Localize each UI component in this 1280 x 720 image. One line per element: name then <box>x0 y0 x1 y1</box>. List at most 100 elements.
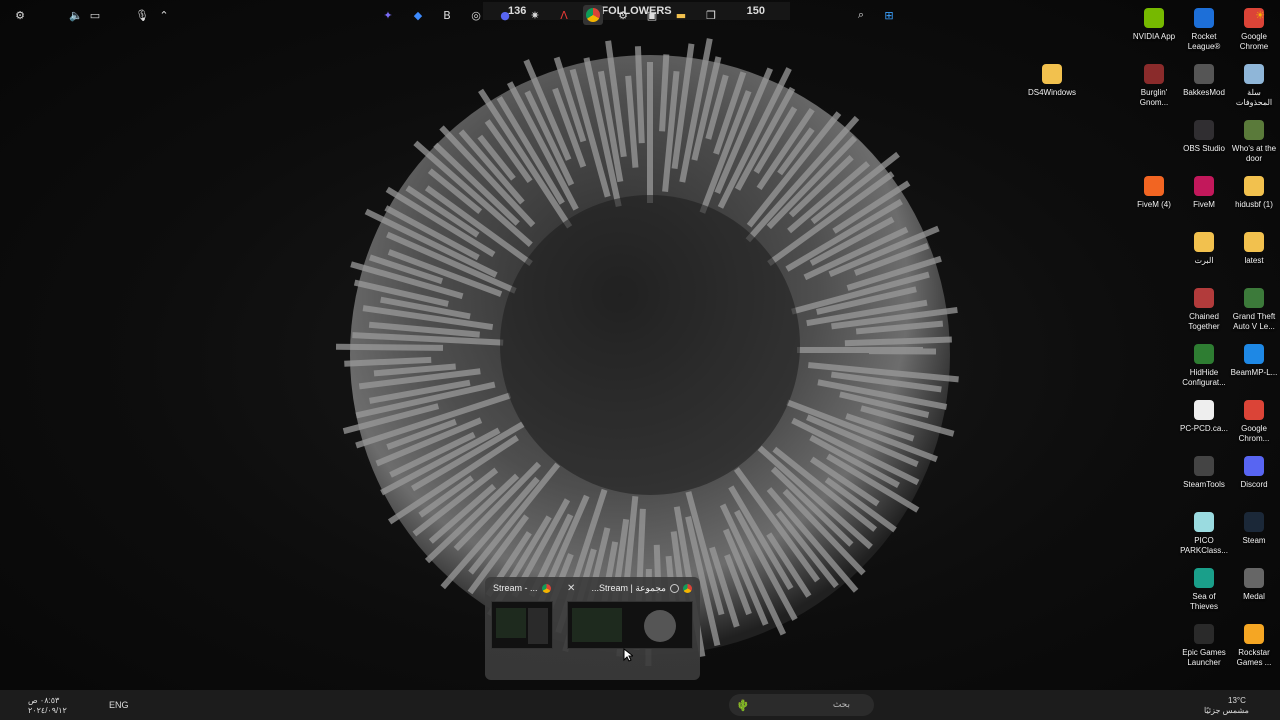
weather-description[interactable]: مشمس جزئيًا <box>1204 706 1249 715</box>
desktop-icon[interactable]: Chained Together <box>1178 288 1230 332</box>
chrome-taskbar-icon[interactable] <box>583 5 603 25</box>
desktop-icon[interactable]: Epic Games Launcher <box>1178 624 1230 668</box>
desktop-icon[interactable]: DS4Windows <box>1026 64 1078 98</box>
recycle-bin-icon <box>1244 64 1264 84</box>
window-preview-stream-1[interactable]: Stream - ... <box>487 577 559 680</box>
search-placeholder: بحث <box>832 700 850 710</box>
desktop-icon[interactable]: NVIDIA App <box>1128 8 1180 42</box>
steamtools-icon[interactable]: ✷ <box>525 5 545 25</box>
weather-sun-icon[interactable]: ☀ <box>1250 5 1270 25</box>
desktop-icon[interactable]: FiveM (4) <box>1128 176 1180 210</box>
task-view-icon[interactable]: ❐ <box>701 5 721 25</box>
rockstar-icon <box>1244 624 1264 644</box>
window-thumbnail[interactable] <box>567 601 693 649</box>
desktop-icon[interactable]: BeamMP-L... <box>1228 344 1280 378</box>
window-thumbnail[interactable] <box>491 601 553 649</box>
desktop-icon[interactable]: Sea of Thieves <box>1178 568 1230 612</box>
hidhide-icon <box>1194 344 1214 364</box>
desktop-icon[interactable]: Medal <box>1228 568 1280 602</box>
window-preview-title: Stream - ... <box>493 583 538 593</box>
desktop-icon[interactable]: OBS Studio <box>1178 120 1230 154</box>
bakkesmod-icon[interactable]: B <box>437 5 457 25</box>
fivem-icon <box>1144 176 1164 196</box>
window-preview-title: ...Stream | مجموعة <box>591 582 666 593</box>
network-icon[interactable]: ▭ <box>85 5 105 25</box>
desktop-icon[interactable]: سلة المحذوفات <box>1228 64 1280 108</box>
desktop-icon[interactable]: Grand Theft Auto V Le... <box>1228 288 1280 332</box>
desktop-icon[interactable]: BakkesMod <box>1178 64 1230 98</box>
taskbar-window-preview: Stream - ... ✕ ...Stream | مجموعة <box>485 577 700 680</box>
desktop-icon[interactable]: البرت <box>1178 232 1230 266</box>
obs-icon <box>670 583 679 593</box>
desktop-icon-label: Sea of Thieves <box>1189 592 1218 611</box>
desktop-icon[interactable]: latest <box>1228 232 1280 266</box>
desktop-icon-label: hidusbf (1) <box>1235 200 1273 209</box>
settings-gear-icon[interactable]: ⚙ <box>10 5 30 25</box>
fivem-icon[interactable]: Λ <box>554 5 574 25</box>
steam-icon <box>1244 512 1264 532</box>
rocket-league-icon[interactable]: ◆ <box>408 5 428 25</box>
desktop-icon[interactable]: Google Chrom... <box>1228 400 1280 444</box>
obs-icon[interactable]: ◎ <box>466 5 486 25</box>
desktop-icon-label: FiveM <box>1193 200 1215 209</box>
clock-time[interactable]: ٠٨:٥٣ ص <box>28 696 59 705</box>
folder-icon <box>1194 232 1214 252</box>
desktop-icon[interactable]: Steam <box>1228 512 1280 546</box>
desktop-icon-label: DS4Windows <box>1027 88 1076 97</box>
desktop-icon[interactable]: Rocket League® <box>1178 8 1230 52</box>
microphone-icon[interactable]: 🎙 <box>132 5 152 25</box>
desktop-icon[interactable]: PC-PCD.ca... <box>1178 400 1230 434</box>
desktop-icon[interactable]: SteamTools <box>1178 456 1230 490</box>
chrome-icon <box>683 583 692 593</box>
sphere-spike <box>344 356 432 367</box>
game-launcher-icon[interactable]: ✦ <box>378 5 398 25</box>
desktop-icon-label: latest <box>1244 256 1264 265</box>
bakkesmod-icon <box>1194 64 1214 84</box>
desktop-icon[interactable]: Who's at the door <box>1228 120 1280 164</box>
epic-games-icon <box>1194 624 1214 644</box>
sphere-spike <box>659 54 670 132</box>
microsoft-store-icon[interactable]: ▣ <box>642 5 662 25</box>
settings-icon[interactable]: ⚙ <box>613 5 633 25</box>
folder-icon <box>1244 176 1264 196</box>
nvidia-icon <box>1144 8 1164 28</box>
discord-icon <box>1244 456 1264 476</box>
search-icon[interactable]: ⌕ <box>851 5 871 25</box>
desktop-icon-label: Burglin' Gnom... <box>1139 88 1169 107</box>
desktop-icon-label: FiveM (4) <box>1137 200 1171 209</box>
desktop-icon[interactable]: Burglin' Gnom... <box>1128 64 1180 108</box>
chevron-up-icon[interactable]: ⌃ <box>154 5 174 25</box>
gta-icon <box>1244 288 1264 308</box>
desktop-icon-label: PC-PCD.ca... <box>1179 424 1228 433</box>
desktop-icon-label: Grand Theft Auto V Le... <box>1232 312 1276 331</box>
rocket-league-icon <box>1194 8 1214 28</box>
desktop-icon[interactable]: PICO PARKClass... <box>1178 512 1230 556</box>
desktop-icon[interactable]: FiveM <box>1178 176 1230 210</box>
weather-temperature[interactable]: 13°C <box>1228 696 1246 705</box>
windows-start-icon[interactable]: ⊞ <box>879 5 899 25</box>
desktop-icon-label: Discord <box>1240 480 1268 489</box>
clock-date[interactable]: ٢٠٢٤/٠٩/١٢ <box>28 706 67 715</box>
game-icon <box>1144 64 1164 84</box>
file-explorer-icon[interactable]: ▬ <box>671 5 691 25</box>
obs-icon <box>1194 120 1214 140</box>
volume-icon[interactable]: 🔈 <box>66 5 86 25</box>
desktop-icon-label: SteamTools <box>1183 480 1225 489</box>
chrome-icon <box>1244 400 1264 420</box>
window-preview-stream-2[interactable]: ...Stream | مجموعة <box>565 577 698 680</box>
sphere-spike <box>335 343 444 351</box>
discord-icon[interactable]: ● <box>495 5 515 25</box>
desktop-icon-label: Rockstar Games ... <box>1236 648 1272 667</box>
desktop-icon-label: OBS Studio <box>1183 144 1225 153</box>
desktop-icon[interactable]: Rockstar Games ... <box>1228 624 1280 668</box>
desktop-icon[interactable]: HidHide Configurat... <box>1178 344 1230 388</box>
desktop-icon[interactable]: Discord <box>1228 456 1280 490</box>
steamtools-icon <box>1194 456 1214 476</box>
desktop-icon-label: Chained Together <box>1188 312 1220 331</box>
language-indicator[interactable]: ENG <box>109 700 129 710</box>
sphere-spike <box>844 336 952 347</box>
desktop-icon[interactable]: hidusbf (1) <box>1228 176 1280 210</box>
search-highlight-icon: 🌵 <box>736 698 750 712</box>
desktop-icon-label: Steam <box>1242 536 1266 545</box>
fivem-icon <box>1194 176 1214 196</box>
